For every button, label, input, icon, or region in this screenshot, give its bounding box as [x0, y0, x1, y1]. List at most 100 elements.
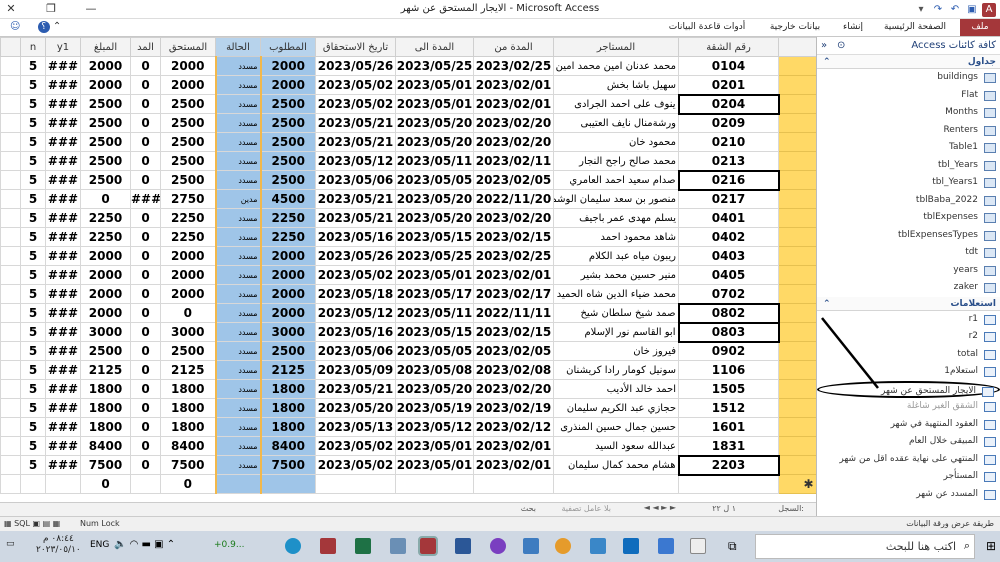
notification-icon[interactable]: ▭ [6, 539, 15, 549]
cell-due[interactable]: 1800 [160, 398, 216, 418]
cell-n[interactable]: 5 [20, 265, 46, 285]
language-indicator[interactable]: ENG [90, 540, 109, 550]
cell-to[interactable]: 2023/05/11 [395, 151, 474, 171]
cell-from[interactable]: 2023/02/01 [473, 455, 554, 475]
cell-due_date[interactable]: 2023/05/16 [315, 322, 396, 342]
row-selector[interactable] [778, 417, 816, 437]
new-record-icon[interactable]: ✱ [778, 474, 816, 494]
table-row[interactable]: 5 ### 2500 0 2500 مسدد 2500 2023/05/06 2023/05/0… [0, 341, 816, 361]
table-row[interactable]: 5 ### 2000 0 2000 مسدد 2000 2023/05/26 2023/05/2… [0, 246, 816, 266]
table-row[interactable]: 5 ### 2500 0 2500 مسدد 2500 2023/05/12 2023/05/1… [0, 151, 816, 171]
cell-apt[interactable]: 1512 [678, 398, 779, 418]
collapse-group-icon[interactable]: ⌃ [823, 55, 831, 69]
cell-due_date[interactable]: 2023/05/12 [315, 303, 396, 323]
cell-y1[interactable]: ### [45, 303, 81, 323]
table-row[interactable]: 5 ### 2250 0 2250 مسدد 2250 2023/05/21 2023/05/2… [0, 208, 816, 228]
cell-req[interactable]: 3000 [260, 322, 316, 342]
cell-y1[interactable]: ### [45, 56, 81, 76]
cell-y1[interactable]: ### [45, 227, 81, 247]
redo-icon[interactable]: ↷ [931, 3, 945, 17]
table-row[interactable]: 5 ### 2000 0 2000 مسدد 2000 2023/05/02 2023/05/0… [0, 265, 816, 285]
cell-due[interactable]: 7500 [160, 455, 216, 475]
cell-mad[interactable] [130, 474, 161, 494]
cell-mad[interactable]: 0 [130, 322, 161, 342]
tab-home[interactable]: الصفحة الرئيسية [875, 19, 955, 36]
cell-due_date[interactable]: 2023/05/02 [315, 455, 396, 475]
cell-tenant[interactable]: ينوف على احمد الجرادى [553, 94, 679, 114]
row-selector[interactable] [778, 151, 816, 171]
cell-to[interactable]: 2023/05/05 [395, 341, 474, 361]
cell-status[interactable]: مسدد [214, 322, 262, 342]
cell-due_date[interactable]: 2023/05/26 [315, 56, 396, 76]
chrome-icon[interactable] [555, 538, 571, 554]
cell-to[interactable] [395, 474, 474, 494]
cell-mad[interactable]: 0 [130, 170, 161, 190]
cell-amount[interactable]: 2500 [80, 151, 131, 171]
nav-query-item[interactable]: المسدد عن شهر [817, 486, 1000, 504]
cell-due[interactable]: 2500 [160, 113, 216, 133]
cell-status[interactable]: مسدد [214, 94, 262, 114]
cell-n[interactable]: 5 [20, 113, 46, 133]
cell-mad[interactable]: ### [130, 189, 161, 209]
cell-req[interactable]: 8400 [260, 436, 316, 456]
cell-n[interactable]: 5 [20, 132, 46, 152]
cell-amount[interactable]: 1800 [80, 398, 131, 418]
table-row[interactable]: 5 ### 2500 0 2500 مسدد 2500 2023/05/21 2023/05/2… [0, 132, 816, 152]
access-active-icon[interactable] [418, 536, 438, 556]
cell-from[interactable]: 2023/02/01 [473, 436, 554, 456]
stock-widget[interactable]: +0.9... [214, 540, 244, 550]
cell-req[interactable]: 2000 [260, 56, 316, 76]
row-selector[interactable] [778, 303, 816, 323]
customize-qat-icon[interactable]: ▾ [914, 3, 928, 17]
cell-y1[interactable]: ### [45, 322, 81, 342]
cell-amount[interactable]: 2500 [80, 341, 131, 361]
cell-n[interactable]: 5 [20, 246, 46, 266]
cell-mad[interactable]: 0 [130, 75, 161, 95]
cell-to[interactable]: 2023/05/20 [395, 189, 474, 209]
cell-amount[interactable]: 2500 [80, 94, 131, 114]
cell-req[interactable]: 2500 [260, 151, 316, 171]
cell-due[interactable]: 2500 [160, 170, 216, 190]
cell-req[interactable] [260, 474, 316, 494]
nav-table-item[interactable]: Months [817, 104, 1000, 122]
cell-status[interactable]: مسدد [214, 436, 262, 456]
cell-apt[interactable]: 0210 [678, 132, 779, 152]
table-row[interactable]: 5 ### 2000 0 2000 مسدد 2000 2023/05/02 2023/05/0… [0, 75, 816, 95]
excel-icon[interactable] [355, 538, 371, 554]
cell-apt[interactable]: 0405 [678, 265, 779, 285]
row-selector[interactable] [778, 208, 816, 228]
cell-to[interactable]: 2023/05/17 [395, 284, 474, 304]
col-header-required[interactable]: المطلوب [260, 37, 316, 57]
cell-req[interactable]: 2000 [260, 246, 316, 266]
nav-table-item[interactable]: zaker [817, 279, 1000, 297]
row-selector[interactable] [778, 398, 816, 418]
clock[interactable]: ٠٨:٤٤ م ٢٠٢٣/٠٥/١٠ [36, 534, 81, 556]
cell-status[interactable]: مسدد [214, 208, 262, 228]
cell-due[interactable]: 1800 [160, 417, 216, 437]
table-row[interactable]: 5 ### 1800 0 1800 مسدد 1800 2023/05/20 2023/05/1… [0, 398, 816, 418]
nav-query-item[interactable]: المنتهي على نهاية عقده اقل من شهر [817, 451, 1000, 469]
cell-to[interactable]: 2023/05/01 [395, 75, 474, 95]
row-selector[interactable] [778, 322, 816, 342]
cell-status[interactable]: مسدد [214, 360, 262, 380]
row-selector[interactable] [778, 170, 816, 190]
cell-n[interactable]: 5 [20, 322, 46, 342]
cell-from[interactable]: 2023/02/17 [473, 284, 554, 304]
nav-table-item[interactable]: tbl_Years [817, 157, 1000, 175]
cell-y1[interactable]: ### [45, 436, 81, 456]
cell-amount[interactable]: 2000 [80, 56, 131, 76]
cell-mad[interactable]: 0 [130, 227, 161, 247]
nav-query-item[interactable]: المبيقى خلال العام [817, 433, 1000, 451]
cell-from[interactable]: 2023/02/25 [473, 56, 554, 76]
cell-status[interactable]: مسدد [214, 284, 262, 304]
filter-indicator[interactable]: بلا عامل تصفية [561, 504, 611, 513]
cell-from[interactable]: 2023/02/20 [473, 379, 554, 399]
cell-to[interactable]: 2023/05/05 [395, 170, 474, 190]
smiley-feedback-icon[interactable]: ☺ [10, 21, 20, 32]
col-header-tenant[interactable]: المستاجر [553, 37, 679, 57]
cell-n[interactable]: 5 [20, 360, 46, 380]
cell-n[interactable]: 5 [20, 170, 46, 190]
view-buttons-icon[interactable]: ▦ SQL ▣ ▤ ▦ [4, 519, 60, 528]
cell-mad[interactable]: 0 [130, 341, 161, 361]
store-icon[interactable] [658, 538, 674, 554]
